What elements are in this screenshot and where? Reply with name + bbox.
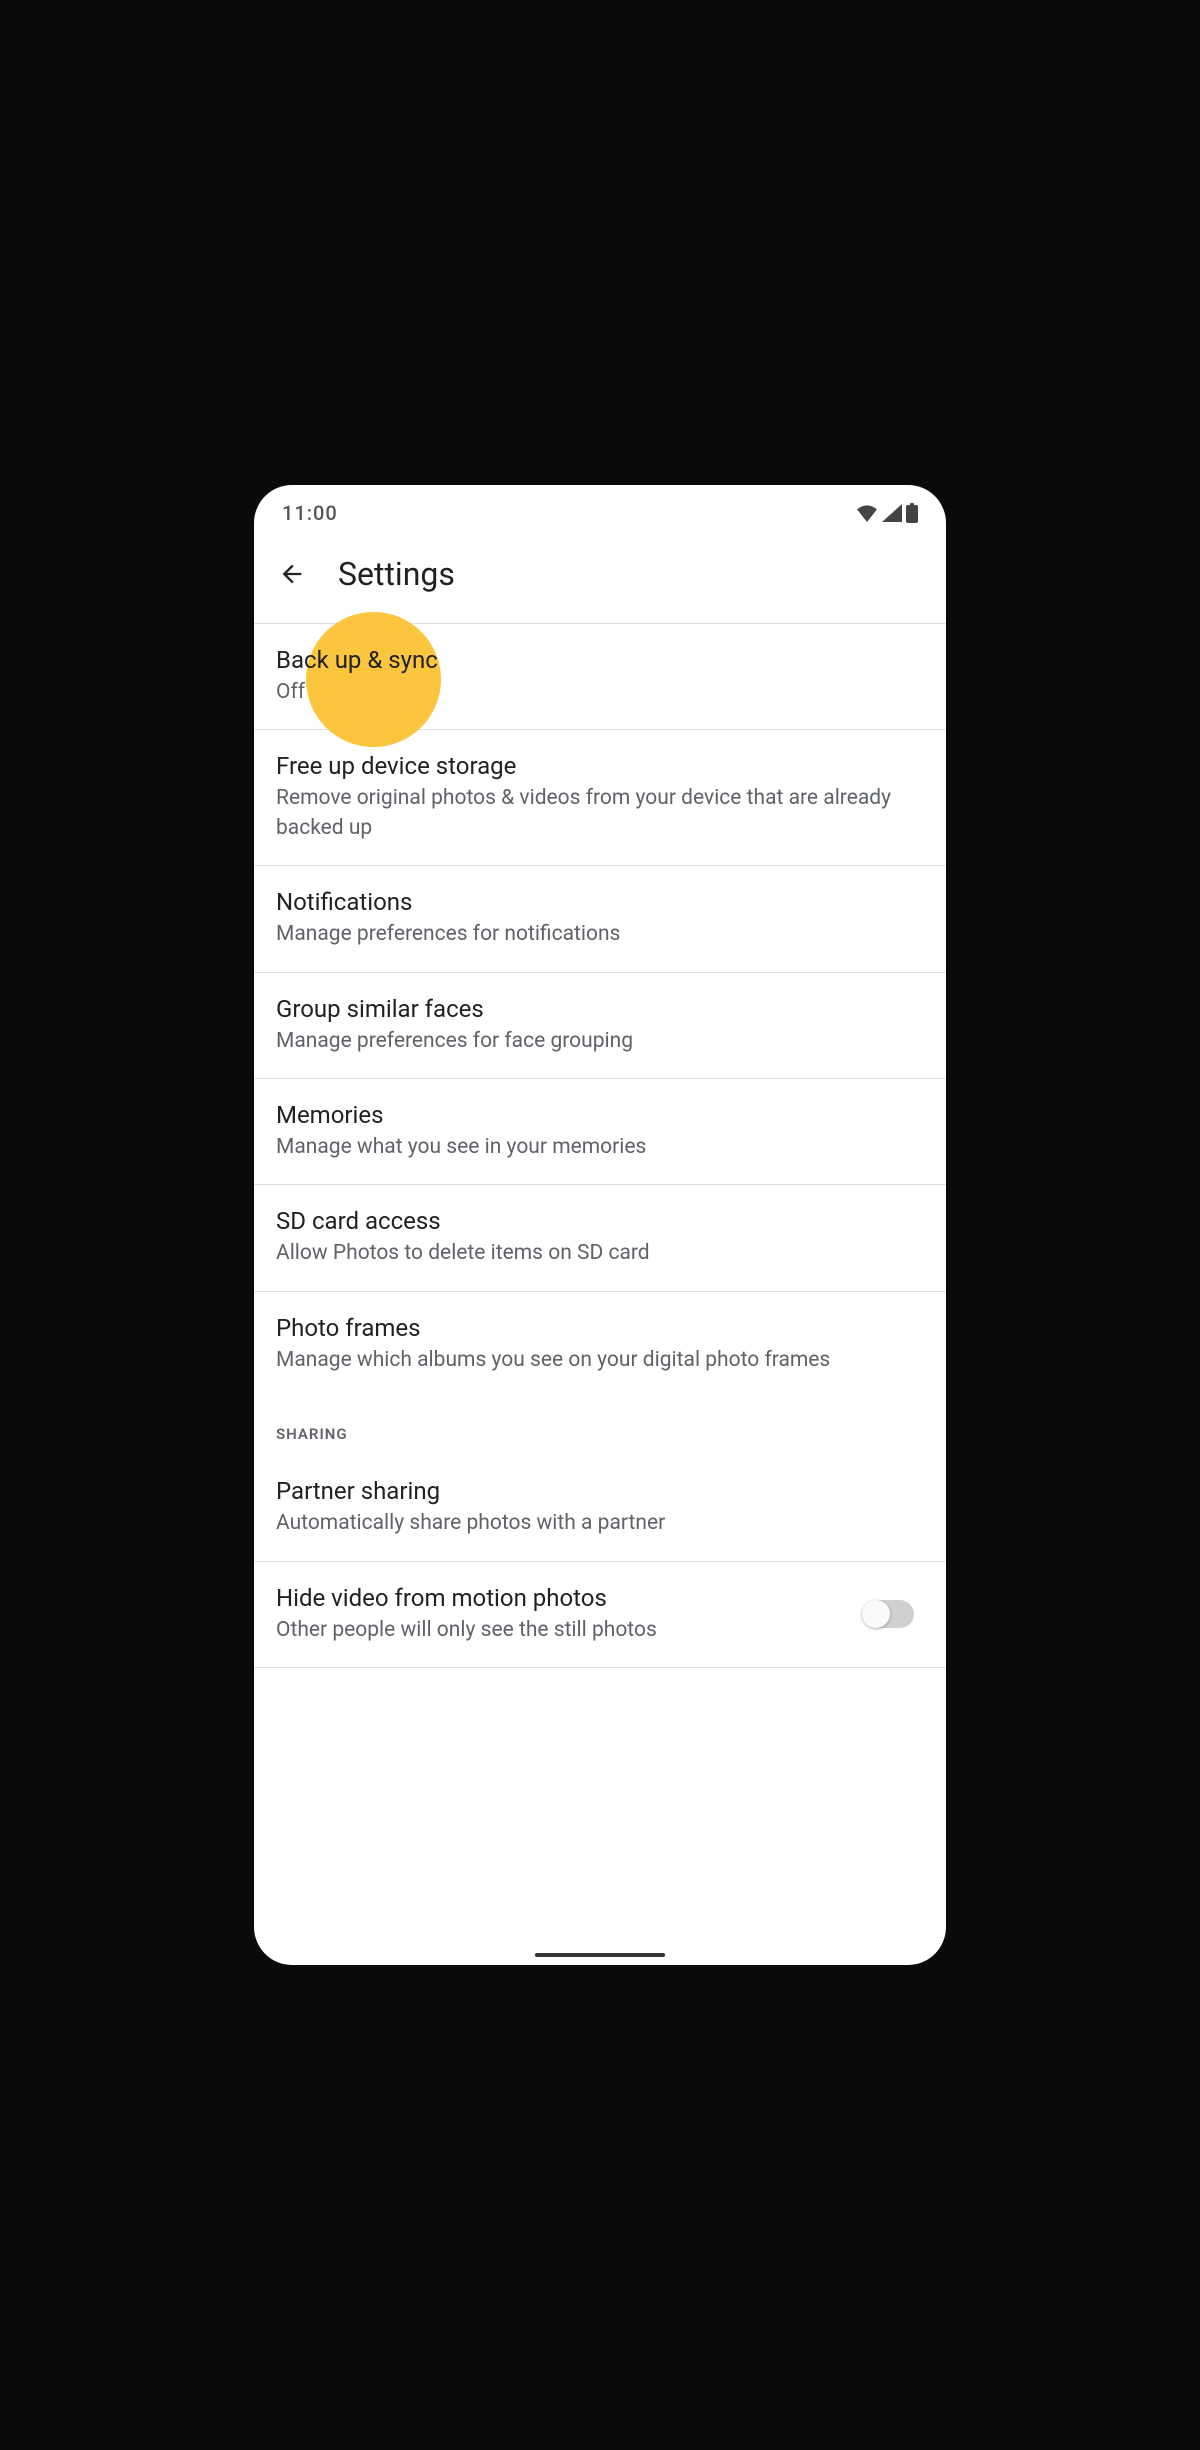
status-icons [856, 503, 918, 523]
setting-photo-frames[interactable]: Photo frames Manage which albums you see… [254, 1292, 946, 1397]
setting-subtitle: Remove original photos & videos from you… [276, 784, 924, 843]
status-bar: 11:00 [254, 485, 946, 535]
setting-subtitle: Manage which albums you see on your digi… [276, 1346, 924, 1375]
phone-frame: 11:00 Settings [240, 471, 960, 1979]
setting-subtitle: Manage preferences for face grouping [276, 1027, 924, 1056]
setting-title: Back up & sync [276, 646, 924, 674]
setting-title: Photo frames [276, 1314, 924, 1342]
side-button [960, 841, 964, 891]
settings-list: Back up & sync Off Free up device storag… [254, 624, 946, 1668]
cellular-icon [882, 504, 902, 522]
home-indicator[interactable] [535, 1953, 665, 1957]
arrow-back-icon [278, 560, 306, 588]
setting-title: SD card access [276, 1207, 924, 1235]
setting-subtitle: Other people will only see the still pho… [276, 1616, 864, 1645]
page-title: Settings [338, 555, 455, 593]
setting-notifications[interactable]: Notifications Manage preferences for not… [254, 866, 946, 972]
side-button [960, 1041, 964, 1131]
setting-title: Free up device storage [276, 752, 924, 780]
toggle-knob [862, 1600, 890, 1628]
setting-title: Notifications [276, 888, 924, 916]
side-button [960, 921, 964, 1011]
setting-group-faces[interactable]: Group similar faces Manage preferences f… [254, 973, 946, 1079]
setting-backup-sync[interactable]: Back up & sync Off [254, 624, 946, 730]
setting-subtitle: Allow Photos to delete items on SD card [276, 1239, 924, 1268]
setting-subtitle: Manage preferences for notifications [276, 920, 924, 949]
setting-title: Hide video from motion photos [276, 1584, 864, 1612]
phone-screen: 11:00 Settings [254, 485, 946, 1965]
setting-subtitle: Off [276, 678, 924, 707]
setting-subtitle: Manage what you see in your memories [276, 1133, 924, 1162]
app-bar: Settings [254, 535, 946, 624]
setting-title: Memories [276, 1101, 924, 1129]
section-header-sharing: SHARING [254, 1397, 946, 1455]
setting-subtitle: Automatically share photos with a partne… [276, 1509, 924, 1538]
setting-title: Partner sharing [276, 1477, 924, 1505]
wifi-icon [856, 504, 878, 522]
battery-icon [906, 503, 918, 523]
setting-title: Group similar faces [276, 995, 924, 1023]
toggle-switch[interactable] [864, 1600, 914, 1628]
side-button [960, 1171, 964, 1226]
back-button[interactable] [274, 556, 310, 592]
setting-free-storage[interactable]: Free up device storage Remove original p… [254, 730, 946, 866]
setting-partner-sharing[interactable]: Partner sharing Automatically share phot… [254, 1455, 946, 1561]
setting-memories[interactable]: Memories Manage what you see in your mem… [254, 1079, 946, 1185]
setting-hide-motion-video[interactable]: Hide video from motion photos Other peop… [254, 1562, 946, 1668]
setting-sd-card[interactable]: SD card access Allow Photos to delete it… [254, 1185, 946, 1291]
status-time: 11:00 [282, 501, 338, 525]
